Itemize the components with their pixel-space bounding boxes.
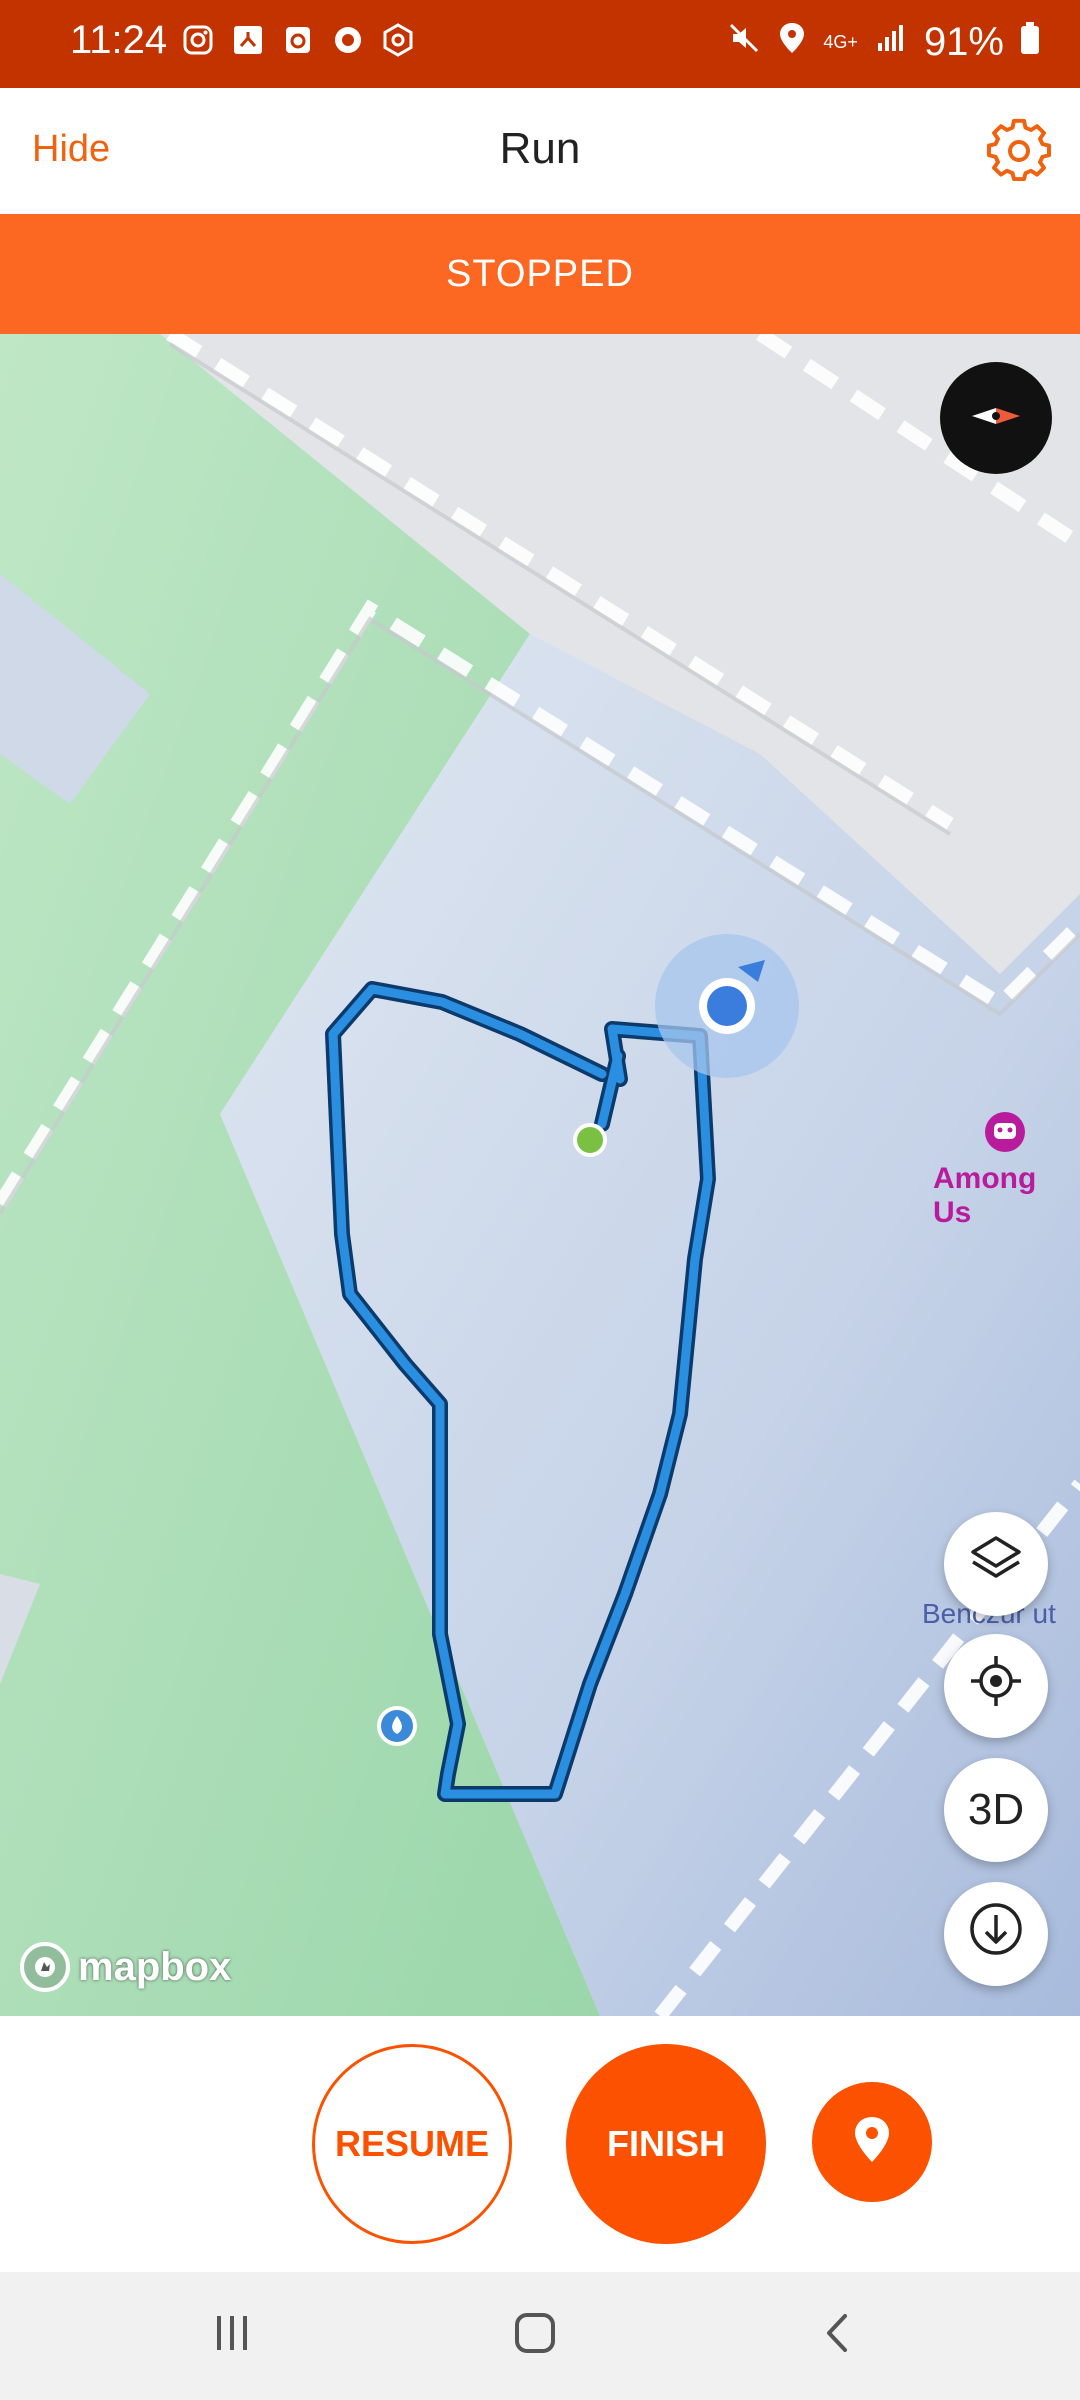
system-icons: 4G+ 91%: [727, 20, 1040, 65]
stickman-icon: [230, 22, 266, 58]
compass-icon: [966, 386, 1026, 451]
mapbox-wordmark: mapbox: [78, 1944, 232, 1989]
notification-icons: [180, 22, 416, 58]
map-pin-icon: [850, 2115, 894, 2170]
back-button[interactable]: [798, 2302, 878, 2368]
map-view[interactable]: Among Us Benczúr ut 3D mapbox: [0, 334, 1080, 2016]
download-map-button[interactable]: [944, 1882, 1048, 1986]
status-time: 11:24: [70, 18, 168, 62]
resume-label: RESUME: [334, 2123, 490, 2164]
crosshair-icon: [967, 1652, 1025, 1721]
mute-icon: [727, 20, 761, 65]
battery-icon: [1020, 20, 1040, 65]
circle-app-icon: [330, 22, 366, 58]
compass-button[interactable]: [940, 362, 1052, 474]
resume-button[interactable]: RESUME: [312, 2044, 512, 2244]
home-icon: [510, 2308, 560, 2363]
mapbox-logo: mapbox: [20, 1942, 231, 1992]
clock-app-icon: [280, 22, 316, 58]
app-header: Hide Run: [0, 88, 1080, 214]
system-navigation-bar: [0, 2272, 1080, 2400]
mapbox-icon: [20, 1942, 70, 1992]
battery-percent: 91%: [923, 20, 1004, 64]
hex-app-icon: [380, 22, 416, 58]
3d-toggle-button[interactable]: 3D: [944, 1758, 1048, 1862]
finish-label: FINISH: [606, 2123, 725, 2164]
map-canvas: [0, 334, 1080, 2016]
gear-icon: [986, 118, 1052, 188]
recording-controls: RESUME FINISH: [0, 2016, 1080, 2272]
map-pin-button[interactable]: [812, 2082, 932, 2202]
settings-button[interactable]: [986, 118, 1052, 184]
3d-label: 3D: [967, 1785, 1025, 1834]
location-icon: [777, 20, 807, 65]
home-button[interactable]: [495, 2302, 575, 2368]
finish-button[interactable]: FINISH: [566, 2044, 766, 2244]
download-icon: [966, 1899, 1026, 1970]
status-bar: 11:24 4G+ 91%: [0, 0, 1080, 88]
instagram-icon: [180, 22, 216, 58]
state-text: STOPPED: [446, 252, 634, 295]
recording-state-banner: STOPPED: [0, 214, 1080, 334]
back-icon: [813, 2308, 863, 2363]
poi-label[interactable]: Among Us: [933, 1162, 1080, 1230]
layers-button[interactable]: [944, 1512, 1048, 1616]
signal-icon: [874, 20, 908, 65]
recenter-button[interactable]: [944, 1634, 1048, 1738]
recents-button[interactable]: [192, 2302, 272, 2368]
network-4g-icon: 4G+: [823, 32, 858, 52]
page-title: Run: [499, 124, 581, 173]
recents-icon: [207, 2308, 257, 2363]
layers-icon: [967, 1530, 1025, 1599]
